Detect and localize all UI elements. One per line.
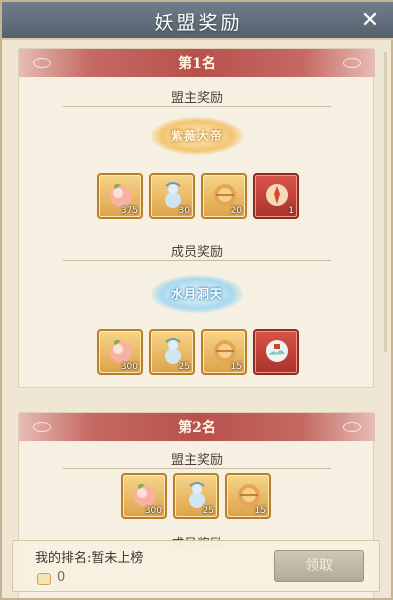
leader-reward-title: 盟主奖励 <box>170 453 223 468</box>
item-quantity: 1 <box>288 206 294 216</box>
window-title: 妖盟奖励 <box>154 12 243 34</box>
close-icon[interactable]: ✕ <box>357 8 383 34</box>
item-quantity: 15 <box>230 362 242 372</box>
reward-slot-peach[interactable]: 375 <box>97 173 143 219</box>
my-rank-text: 我的排名:暂未上榜 <box>35 551 144 566</box>
item-quantity: 30 <box>178 206 190 216</box>
rank-label: 第2名 <box>178 420 216 436</box>
item-quantity: 375 <box>120 206 138 216</box>
item-quantity: 300 <box>120 362 138 372</box>
divider <box>63 106 331 107</box>
member-reward-title: 成员奖励 <box>170 245 223 260</box>
title-emblem: 水月洞天 <box>147 273 247 315</box>
rank-label: 第1名 <box>178 56 216 72</box>
reward-scroll-list[interactable]: 第1名 盟主奖励 紫薇大帝 375 30 20 1 成员奖励 水月洞天 300 … <box>18 48 380 598</box>
reward-slot-orb[interactable]: 15 <box>201 329 247 375</box>
rank-card-1: 第1名 盟主奖励 紫薇大帝 375 30 20 1 成员奖励 水月洞天 300 … <box>18 48 375 388</box>
divider <box>63 468 331 469</box>
emblem-text: 水月洞天 <box>170 287 223 301</box>
reward-window: 妖盟奖励 ✕ 第1名 盟主奖励 紫薇大帝 375 30 20 1 成员奖励 水月… <box>0 0 393 600</box>
my-points: 0 <box>57 570 66 585</box>
item-quantity: 15 <box>254 506 266 516</box>
cloud-palace-icon <box>266 340 288 362</box>
item-quantity: 25 <box>202 506 214 516</box>
title-bar: 妖盟奖励 ✕ <box>2 2 393 40</box>
reward-slot-gourd[interactable]: 30 <box>149 173 195 219</box>
item-quantity: 300 <box>144 506 162 516</box>
reward-slot-cloud-palace[interactable] <box>253 329 299 375</box>
scrollbar[interactable] <box>384 52 387 352</box>
reward-slot-peach[interactable]: 300 <box>97 329 143 375</box>
contribution-icon <box>37 573 51 585</box>
item-quantity: 25 <box>178 362 190 372</box>
title-emblem: 紫薇大帝 <box>147 115 247 157</box>
reward-slot-gourd[interactable]: 25 <box>149 329 195 375</box>
reward-slot-peach[interactable]: 300 <box>121 473 167 519</box>
emblem-text: 紫薇大帝 <box>170 129 223 143</box>
reward-slot-orb[interactable]: 20 <box>201 173 247 219</box>
claim-button[interactable]: 领取 <box>274 550 364 582</box>
divider <box>63 260 331 261</box>
reward-slot-gourd[interactable]: 25 <box>173 473 219 519</box>
reward-slot-orb[interactable]: 15 <box>225 473 271 519</box>
item-quantity: 20 <box>230 206 242 216</box>
rank-banner: 第2名 <box>19 413 375 441</box>
ornament-icon <box>343 422 361 432</box>
ornament-icon <box>343 58 361 68</box>
rank-banner: 第1名 <box>19 49 375 77</box>
leader-reward-title: 盟主奖励 <box>170 91 223 106</box>
reward-slot-fire-seal[interactable]: 1 <box>253 173 299 219</box>
